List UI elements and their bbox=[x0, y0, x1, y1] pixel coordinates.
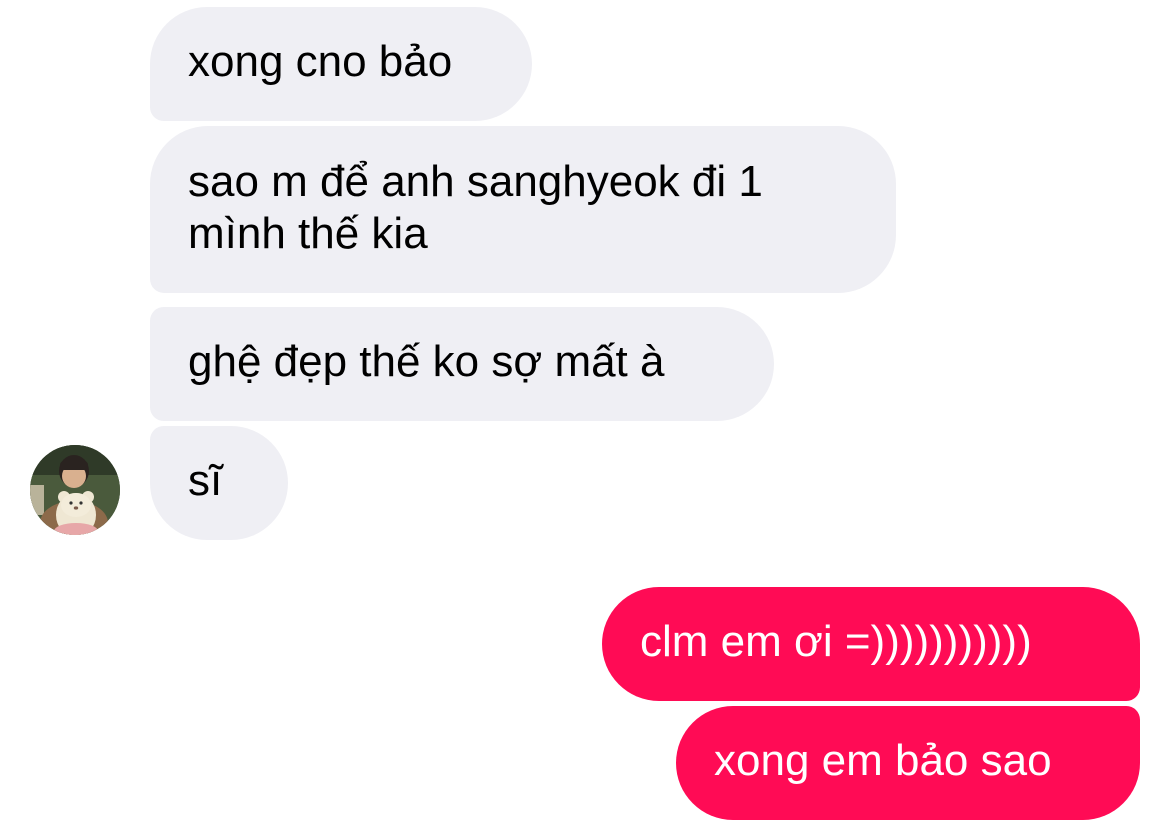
message-text: clm em ơi =))))))))))) bbox=[640, 617, 1032, 666]
incoming-message-bubble[interactable]: sĩ bbox=[150, 426, 288, 540]
outgoing-message-bubble[interactable]: clm em ơi =))))))))))) bbox=[602, 587, 1140, 701]
message-text: sĩ bbox=[188, 456, 223, 505]
message-text: ghệ đẹp thế ko sợ mất à bbox=[188, 337, 665, 386]
message-text: xong cno bảo bbox=[188, 37, 453, 86]
message-text-line: sao m để anh sanghyeok đi 1 bbox=[188, 157, 763, 206]
contact-avatar[interactable] bbox=[30, 445, 120, 535]
message-text: xong em bảo sao bbox=[714, 736, 1052, 785]
incoming-message-bubble[interactable]: ghệ đẹp thế ko sợ mất à bbox=[150, 307, 774, 421]
incoming-message-bubble[interactable]: sao m để anh sanghyeok đi 1 mình thế kia bbox=[150, 126, 896, 293]
incoming-message-bubble[interactable]: xong cno bảo bbox=[150, 7, 532, 121]
avatar-photo-icon bbox=[30, 445, 120, 535]
message-text-line: mình thế kia bbox=[188, 209, 428, 258]
outgoing-message-bubble[interactable]: xong em bảo sao bbox=[676, 706, 1140, 820]
